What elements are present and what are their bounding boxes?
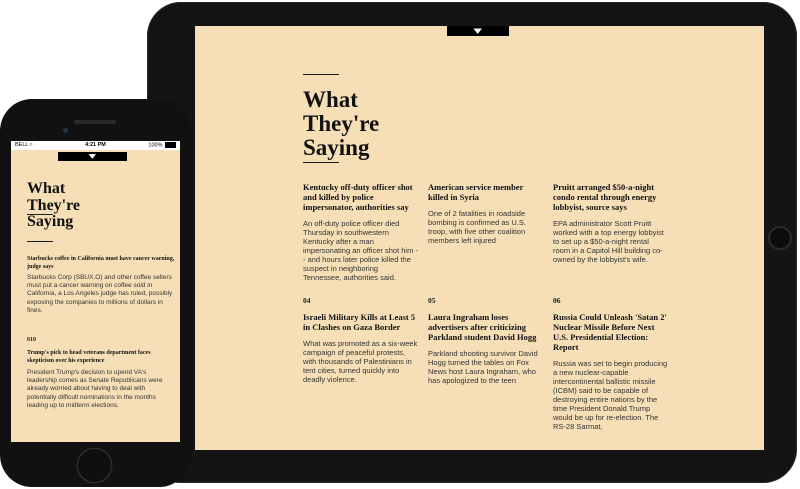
news-item[interactable]: 04 Israeli Military Kills at Least 5 in … <box>303 296 418 384</box>
news-headline[interactable]: Starbucks coffee in California must have… <box>27 255 175 271</box>
news-headline[interactable]: Trump's pick to head veterans department… <box>27 349 175 365</box>
battery-icon <box>165 142 176 148</box>
page-title-line: What <box>27 180 66 197</box>
battery-label: 100% <box>148 142 163 149</box>
phone-home-button[interactable] <box>78 449 111 482</box>
phone-screen: BELL ≈ 4:21 PM 100% ▼ What They're Sayin… <box>11 141 180 442</box>
page-title: What They're Saying <box>303 88 433 160</box>
title-top-rule <box>303 74 339 75</box>
page-title-line: Saying <box>303 135 370 160</box>
title-bottom-rule <box>27 241 53 242</box>
page-title-line: What <box>303 87 358 112</box>
phone-camera <box>63 128 68 133</box>
news-headline[interactable]: Kentucky off-duty officer shot and kille… <box>303 182 418 212</box>
news-number: 010 <box>27 337 36 343</box>
news-item[interactable]: 05 Laura Ingraham loses advertisers afte… <box>428 296 543 385</box>
tablet-device: ▼ What They're Saying Kentucky off-duty … <box>147 2 797 483</box>
title-bottom-rule <box>303 162 339 163</box>
news-item[interactable]: Kentucky off-duty officer shot and kille… <box>303 182 418 282</box>
news-number: 04 <box>303 296 311 305</box>
status-bar: BELL ≈ 4:21 PM 100% <box>11 141 180 150</box>
news-summary: Parkland shooting survivor David Hogg tu… <box>428 349 538 385</box>
news-summary: Starbucks Corp (SBUX.O) and other coffee… <box>27 274 173 314</box>
tablet-screen: ▼ What They're Saying Kentucky off-duty … <box>195 26 764 450</box>
news-summary: President Trump's decision to upend VA's… <box>27 369 163 409</box>
chevron-down-icon: ▼ <box>88 153 97 160</box>
pull-down-tab[interactable]: ▼ <box>58 152 127 161</box>
news-headline[interactable]: American service member killed in Syria <box>428 182 543 202</box>
phone-device: BELL ≈ 4:21 PM 100% ▼ What They're Sayin… <box>0 99 191 487</box>
news-item[interactable]: 06 Russia Could Unleash 'Satan 2' Nuclea… <box>553 296 668 431</box>
page-title-line: They're <box>303 111 380 136</box>
news-item[interactable]: American service member killed in Syria … <box>428 182 543 245</box>
news-headline[interactable]: Laura Ingraham loses advertisers after c… <box>428 312 543 342</box>
news-summary: EPA administrator Scott Pruitt worked wi… <box>553 219 664 264</box>
phone-speaker <box>74 120 116 124</box>
news-summary: One of 2 fatalities in roadside bombing … <box>428 209 526 245</box>
news-summary: What was promoted as a six-week campaign… <box>303 339 418 384</box>
news-headline[interactable]: Pruitt arranged $50-a-night condo rental… <box>553 182 668 212</box>
status-battery: 100% <box>148 142 176 148</box>
page-title-line: They're <box>27 196 81 214</box>
news-headline[interactable]: Israeli Military Kills at Least 5 in Cla… <box>303 312 418 332</box>
page-title: What They're Saying <box>27 180 147 231</box>
tablet-home-button[interactable] <box>770 228 790 248</box>
pull-down-tab[interactable]: ▼ <box>447 26 509 36</box>
news-summary: An off-duty police officer died Thursday… <box>303 219 418 282</box>
page-title-line: Saying <box>27 213 74 230</box>
news-headline[interactable]: Russia Could Unleash 'Satan 2' Nuclear M… <box>553 312 668 352</box>
chevron-down-icon: ▼ <box>473 26 483 35</box>
news-number: 06 <box>553 296 561 305</box>
news-item[interactable]: Pruitt arranged $50-a-night condo rental… <box>553 182 668 264</box>
news-summary: Russia was set to begin producing a new … <box>553 359 668 431</box>
news-number: 05 <box>428 296 436 305</box>
